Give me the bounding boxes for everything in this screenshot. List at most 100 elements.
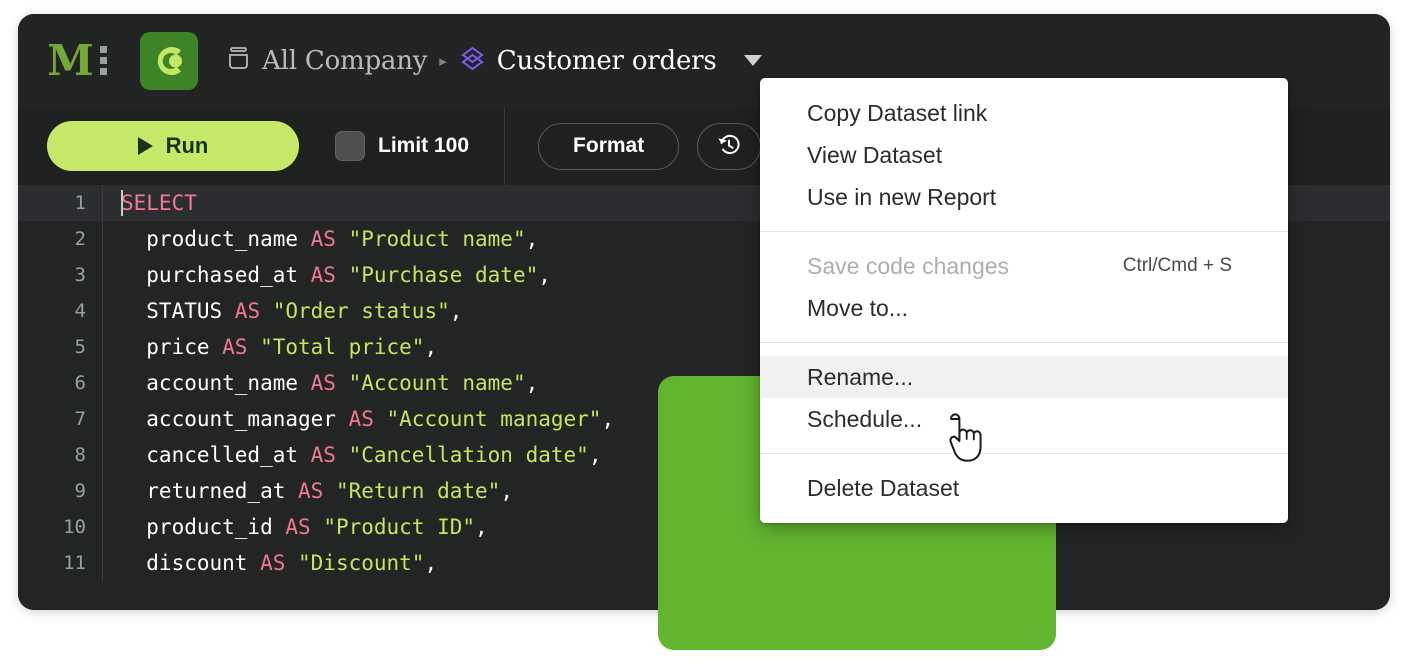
code-token: "Discount" bbox=[298, 551, 424, 575]
code-token: , bbox=[450, 299, 463, 323]
menu-item-copy-dataset-link[interactable]: Copy Dataset link bbox=[760, 92, 1288, 134]
code-token: product_name bbox=[121, 227, 311, 251]
brand-logo[interactable]: M bbox=[18, 14, 136, 107]
code-token: AS bbox=[311, 227, 349, 251]
code-token: "Product ID" bbox=[323, 515, 475, 539]
code-token: "Product name" bbox=[349, 227, 526, 251]
code-token: AS bbox=[285, 515, 323, 539]
menu-item-label: Delete Dataset bbox=[807, 475, 959, 502]
code-token: "Cancellation date" bbox=[349, 443, 589, 467]
format-button-label: Format bbox=[573, 134, 644, 158]
code-token: , bbox=[538, 263, 551, 287]
code-line-text: account_name AS "Account name", bbox=[103, 365, 538, 401]
code-token: SELECT bbox=[121, 191, 197, 215]
breadcrumb-item-workspace[interactable]: All Company bbox=[226, 46, 427, 76]
code-token: account_name bbox=[121, 371, 311, 395]
cube-dataset-logo-icon[interactable] bbox=[140, 32, 198, 90]
code-token: "Purchase date" bbox=[349, 263, 539, 287]
code-token: AS bbox=[311, 443, 349, 467]
code-token: AS bbox=[311, 263, 349, 287]
breadcrumb: All Company ▸ Customer orders bbox=[226, 45, 762, 76]
revert-history-icon bbox=[715, 131, 743, 162]
code-token: , bbox=[424, 335, 437, 359]
code-token: , bbox=[475, 515, 488, 539]
code-token: "Account name" bbox=[349, 371, 526, 395]
menu-item-view-dataset[interactable]: View Dataset bbox=[760, 134, 1288, 176]
run-button-label: Run bbox=[166, 133, 209, 159]
line-number: 1 bbox=[18, 185, 103, 221]
breadcrumb-item-dataset[interactable]: Customer orders bbox=[459, 45, 717, 76]
line-number: 7 bbox=[18, 401, 103, 437]
menu-item-rename[interactable]: Rename... bbox=[760, 356, 1288, 398]
menu-group: Copy Dataset link View Dataset Use in new … bbox=[760, 92, 1288, 218]
menu-group: Save code changesCtrl/Cmd + S Move to... bbox=[760, 245, 1288, 329]
line-number: 9 bbox=[18, 473, 103, 509]
code-line-text: discount AS "Discount", bbox=[103, 545, 437, 581]
toolbar-divider bbox=[504, 107, 505, 185]
line-number: 2 bbox=[18, 221, 103, 257]
text-caret bbox=[121, 190, 123, 216]
database-icon bbox=[226, 46, 251, 76]
code-line-text: STATUS AS "Order status", bbox=[103, 293, 462, 329]
code-token: , bbox=[589, 443, 602, 467]
code-token: AS bbox=[260, 551, 298, 575]
breadcrumb-workspace-label: All Company bbox=[262, 46, 427, 76]
limit-toggle[interactable]: Limit 100 bbox=[335, 131, 469, 161]
line-number: 10 bbox=[18, 509, 103, 545]
code-line-text: account_manager AS "Account manager", bbox=[103, 401, 614, 437]
line-number: 11 bbox=[18, 545, 103, 581]
dataset-menu-chevron-down-icon[interactable] bbox=[744, 55, 762, 66]
code-token: STATUS bbox=[121, 299, 235, 323]
menu-item-label: View Dataset bbox=[807, 142, 942, 169]
run-button[interactable]: Run bbox=[47, 121, 299, 171]
limit-label: Limit 100 bbox=[378, 134, 469, 158]
line-number: 6 bbox=[18, 365, 103, 401]
code-token: returned_at bbox=[121, 479, 298, 503]
code-token: , bbox=[424, 551, 437, 575]
line-number: 8 bbox=[18, 437, 103, 473]
code-token: AS bbox=[298, 479, 336, 503]
menu-item-label: Move to... bbox=[807, 295, 908, 322]
history-button[interactable] bbox=[697, 123, 761, 170]
menu-group: Delete Dataset bbox=[760, 467, 1288, 509]
code-line-text: cancelled_at AS "Cancellation date", bbox=[103, 437, 601, 473]
code-token: , bbox=[601, 407, 614, 431]
menu-item-label: Save code changes bbox=[807, 253, 1009, 280]
dataset-context-menu: Copy Dataset link View Dataset Use in new … bbox=[760, 78, 1288, 523]
menu-separator bbox=[760, 231, 1288, 232]
menu-item-delete-dataset[interactable]: Delete Dataset bbox=[760, 467, 1288, 509]
breadcrumb-separator-icon: ▸ bbox=[439, 52, 447, 70]
dataset-diamond-icon bbox=[459, 45, 486, 76]
menu-item-use-in-new-report[interactable]: Use in new Report bbox=[760, 176, 1288, 218]
limit-checkbox[interactable] bbox=[335, 131, 365, 161]
code-token: discount bbox=[121, 551, 260, 575]
code-token: "Total price" bbox=[260, 335, 424, 359]
breadcrumb-dataset-label: Customer orders bbox=[497, 46, 717, 76]
code-token: "Order status" bbox=[273, 299, 450, 323]
menu-separator bbox=[760, 453, 1288, 454]
code-token: purchased_at bbox=[121, 263, 311, 287]
code-token: AS bbox=[311, 371, 349, 395]
line-number: 4 bbox=[18, 293, 103, 329]
line-number: 5 bbox=[18, 329, 103, 365]
menu-item-label: Use in new Report bbox=[807, 184, 996, 211]
code-token: price bbox=[121, 335, 222, 359]
menu-separator bbox=[760, 342, 1288, 343]
code-token: AS bbox=[235, 299, 273, 323]
format-button[interactable]: Format bbox=[538, 123, 679, 170]
menu-item-save-code-changes: Save code changesCtrl/Cmd + S bbox=[760, 245, 1288, 287]
menu-item-schedule[interactable]: Schedule... bbox=[760, 398, 1288, 440]
code-token: , bbox=[526, 371, 539, 395]
code-line-text: returned_at AS "Return date", bbox=[103, 473, 513, 509]
menu-item-move-to[interactable]: Move to... bbox=[760, 287, 1288, 329]
code-line-text: price AS "Total price", bbox=[103, 329, 437, 365]
code-token: , bbox=[500, 479, 513, 503]
code-token: "Account manager" bbox=[387, 407, 602, 431]
menu-item-label: Copy Dataset link bbox=[807, 100, 987, 127]
code-token: AS bbox=[222, 335, 260, 359]
code-line-text: product_name AS "Product name", bbox=[103, 221, 538, 257]
brand-dots-icon bbox=[100, 46, 107, 75]
code-token: , bbox=[526, 227, 539, 251]
code-token: "Return date" bbox=[336, 479, 500, 503]
code-token: AS bbox=[349, 407, 387, 431]
